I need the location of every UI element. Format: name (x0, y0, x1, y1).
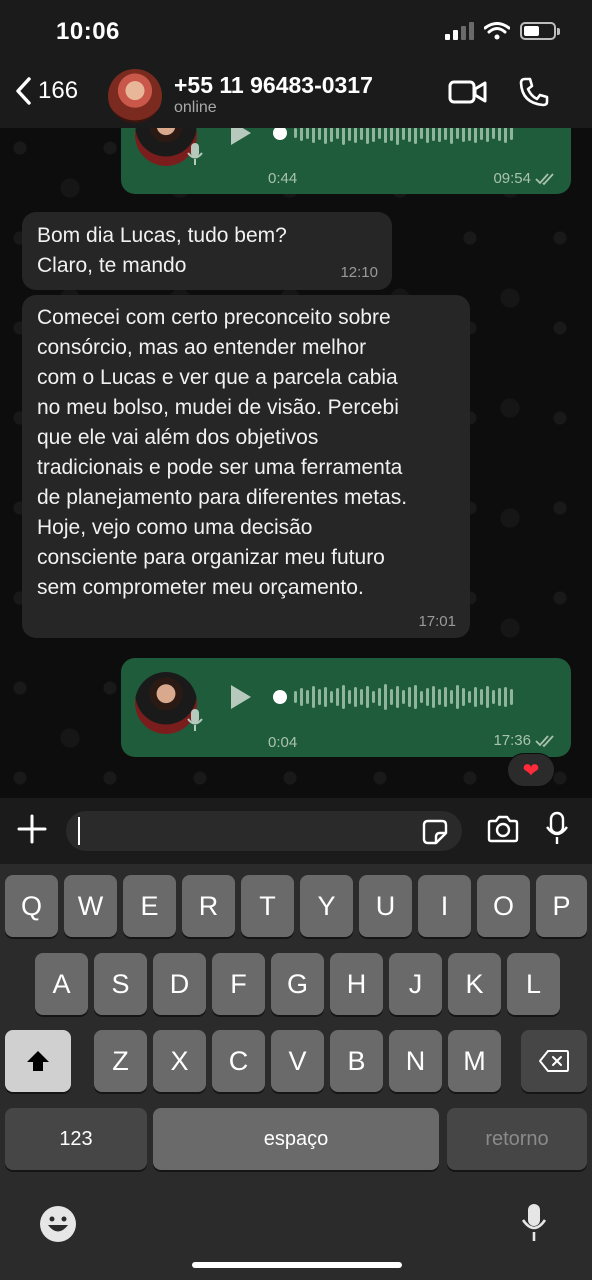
video-camera-icon[interactable] (448, 78, 488, 106)
key-j[interactable]: J (389, 953, 442, 1015)
key-v[interactable]: V (271, 1030, 324, 1092)
numbers-key[interactable]: 123 (5, 1108, 147, 1170)
message-time: 09:54 (493, 170, 557, 187)
key-f[interactable]: F (212, 953, 265, 1015)
key-u[interactable]: U (359, 875, 412, 937)
sticker-icon[interactable] (422, 819, 448, 845)
double-check-icon (535, 172, 554, 185)
message-line: de planejamento para diferentes metas. (37, 486, 408, 509)
message-input[interactable] (66, 811, 462, 851)
message-line: no meu bolso, mudei de visão. Percebi (37, 396, 399, 419)
key-c[interactable]: C (212, 1030, 265, 1092)
microphone-icon (187, 709, 203, 731)
heart-icon: ❤ (522, 759, 540, 782)
battery-icon (520, 22, 560, 40)
unread-count: 166 (38, 77, 79, 104)
key-i[interactable]: I (418, 875, 471, 937)
key-r[interactable]: R (182, 875, 235, 937)
key-s[interactable]: S (94, 953, 147, 1015)
message-line: Bom dia Lucas, tudo bem? (37, 224, 287, 247)
key-e[interactable]: E (123, 875, 176, 937)
wifi-icon (484, 22, 510, 40)
voice-message-outgoing[interactable]: 0:44 09:54 (121, 128, 571, 194)
audio-waveform[interactable] (273, 683, 513, 711)
contact-name[interactable]: +55 11 96483-0317 (174, 72, 373, 99)
home-indicator[interactable] (192, 1262, 402, 1268)
audio-waveform[interactable] (273, 128, 513, 147)
key-x[interactable]: X (153, 1030, 206, 1092)
key-a[interactable]: A (35, 953, 88, 1015)
play-button[interactable] (231, 685, 251, 709)
back-button[interactable]: 166 (14, 76, 78, 106)
microphone-icon (187, 143, 203, 165)
message-time: 17:01 (418, 613, 456, 630)
voice-duration: 0:04 (268, 734, 298, 751)
shift-arrow-icon (27, 1051, 49, 1071)
message-text: Bom dia Lucas, tudo bem? Claro, te mando (37, 221, 287, 281)
key-n[interactable]: N (389, 1030, 442, 1092)
chevron-left-icon (16, 77, 31, 105)
voice-duration: 0:44 (268, 170, 298, 187)
key-m[interactable]: M (448, 1030, 501, 1092)
key-z[interactable]: Z (94, 1030, 147, 1092)
message-line: Hoje, vejo como uma decisão (37, 516, 313, 539)
key-h[interactable]: H (330, 953, 383, 1015)
phone-icon[interactable] (518, 76, 550, 108)
incoming-message[interactable]: Comecei com certo preconceito sobre cons… (22, 295, 470, 638)
key-t[interactable]: T (241, 875, 294, 937)
cellular-signal-icon (445, 22, 474, 40)
key-g[interactable]: G (271, 953, 324, 1015)
contact-status: online (174, 99, 217, 116)
voice-message-outgoing[interactable]: 0:04 17:36 (121, 658, 571, 757)
return-key[interactable]: retorno (447, 1108, 587, 1170)
shift-key[interactable] (5, 1030, 71, 1092)
message-line: Claro, te mando (37, 254, 187, 277)
message-line: consciente para organizar meu futuro (37, 546, 385, 569)
key-p[interactable]: P (536, 875, 587, 937)
status-icons (445, 22, 560, 40)
key-l[interactable]: L (507, 953, 560, 1015)
message-line: sem comprometer meu orçamento. (37, 576, 364, 599)
message-line: com o Lucas e ver que a parcela cabia (37, 366, 398, 389)
message-line: tradicionais e pode ser uma ferramenta (37, 456, 403, 479)
heart-reaction[interactable]: ❤ (507, 753, 555, 787)
backspace-icon (539, 1050, 569, 1072)
contact-avatar[interactable] (108, 69, 162, 123)
plus-icon[interactable] (16, 813, 48, 845)
key-q[interactable]: Q (5, 875, 58, 937)
play-button[interactable] (231, 128, 251, 145)
message-time: 12:10 (340, 264, 378, 281)
message-line: consórcio, mas ao entender melhor (37, 336, 367, 359)
key-o[interactable]: O (477, 875, 530, 937)
text-caret (78, 817, 80, 845)
key-b[interactable]: B (330, 1030, 383, 1092)
emoji-icon[interactable] (38, 1204, 78, 1244)
chat-header: 10:06 166 +55 11 96483-0317 online (0, 0, 592, 128)
key-y[interactable]: Y (300, 875, 353, 937)
double-check-icon (535, 734, 554, 747)
chat-messages[interactable]: 0:44 09:54 Bom dia Lucas, tudo bem? Clar… (0, 128, 592, 798)
message-line: que ele vai além dos objetivos (37, 426, 319, 449)
message-line: Comecei com certo preconceito sobre (37, 306, 391, 329)
key-w[interactable]: W (64, 875, 117, 937)
message-time-text: 17:36 (493, 732, 531, 749)
message-input-bar (0, 798, 592, 864)
microphone-icon[interactable] (545, 811, 569, 847)
message-time: 17:36 (493, 732, 557, 749)
delete-key[interactable] (521, 1030, 587, 1092)
key-k[interactable]: K (448, 953, 501, 1015)
message-text: Comecei com certo preconceito sobre cons… (37, 303, 407, 603)
space-key[interactable]: espaço (153, 1108, 439, 1170)
status-time: 10:06 (56, 18, 120, 45)
dictation-mic-icon[interactable] (520, 1202, 548, 1244)
keyboard: Q W E R T Y U I O P A S D F G H J K L Z … (0, 864, 592, 1280)
camera-icon[interactable] (486, 815, 520, 843)
message-time-text: 09:54 (493, 170, 531, 187)
key-d[interactable]: D (153, 953, 206, 1015)
incoming-message[interactable]: Bom dia Lucas, tudo bem? Claro, te mando… (22, 212, 392, 290)
